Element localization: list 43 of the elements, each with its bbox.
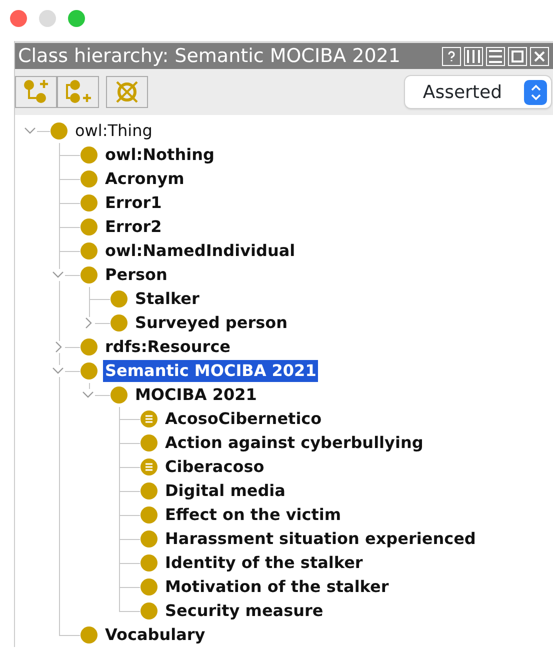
class-label[interactable]: Action against cyberbullying — [163, 432, 426, 454]
split-horizontal-icon — [488, 48, 503, 64]
class-label[interactable]: Semantic MOCIBA 2021 — [103, 360, 318, 382]
class-label[interactable]: MOCIBA 2021 — [133, 384, 259, 406]
class-label[interactable]: Surveyed person — [133, 312, 290, 334]
add-subclass-button[interactable] — [15, 76, 57, 108]
maximize-button[interactable] — [508, 46, 527, 66]
split-vertical-button[interactable] — [464, 46, 483, 66]
split-vertical-icon — [466, 48, 481, 64]
class-label[interactable]: AcosoCibernetico — [163, 408, 324, 430]
class-label[interactable]: Digital media — [163, 480, 288, 502]
class-label[interactable]: Acronym — [103, 168, 186, 190]
class-label[interactable]: Effect on the victim — [163, 504, 344, 526]
class-label[interactable]: rdfs:Resource — [103, 336, 233, 358]
add-sibling-button[interactable] — [57, 76, 99, 108]
add-subclass-icon — [22, 79, 50, 105]
class-label[interactable]: Error2 — [103, 216, 164, 238]
class-label[interactable]: Vocabulary — [103, 624, 208, 646]
split-horizontal-button[interactable] — [486, 46, 505, 66]
class-label[interactable]: owl:NamedIndividual — [103, 240, 298, 262]
close-button[interactable] — [530, 46, 549, 66]
panel-title: Class hierarchy: Semantic MOCIBA 2021 — [18, 44, 400, 69]
maximize-icon — [511, 50, 524, 62]
class-label[interactable]: owl:Thing — [73, 120, 154, 142]
zoom-window-button[interactable] — [68, 10, 85, 27]
view-dropdown[interactable]: Asserted — [404, 76, 551, 108]
close-icon — [533, 50, 546, 62]
class-label[interactable]: Motivation of the stalker — [163, 576, 391, 598]
class-label[interactable]: Person — [103, 264, 170, 286]
delete-class-button[interactable] — [106, 76, 148, 108]
add-sibling-icon — [63, 79, 93, 105]
help-button[interactable] — [442, 46, 461, 66]
up-down-arrows-icon — [530, 84, 542, 100]
class-label[interactable]: Ciberacoso — [163, 456, 266, 478]
close-window-button[interactable] — [10, 10, 27, 27]
crossed-circle-icon — [113, 79, 141, 105]
class-label[interactable]: Security measure — [163, 600, 326, 622]
help-icon — [445, 50, 458, 62]
class-label[interactable]: Stalker — [133, 288, 202, 310]
class-label[interactable]: Error1 — [103, 192, 164, 214]
class-label[interactable]: Identity of the stalker — [163, 552, 365, 574]
class-label[interactable]: Harassment situation experienced — [163, 528, 478, 550]
class-label[interactable]: owl:Nothing — [103, 144, 216, 166]
